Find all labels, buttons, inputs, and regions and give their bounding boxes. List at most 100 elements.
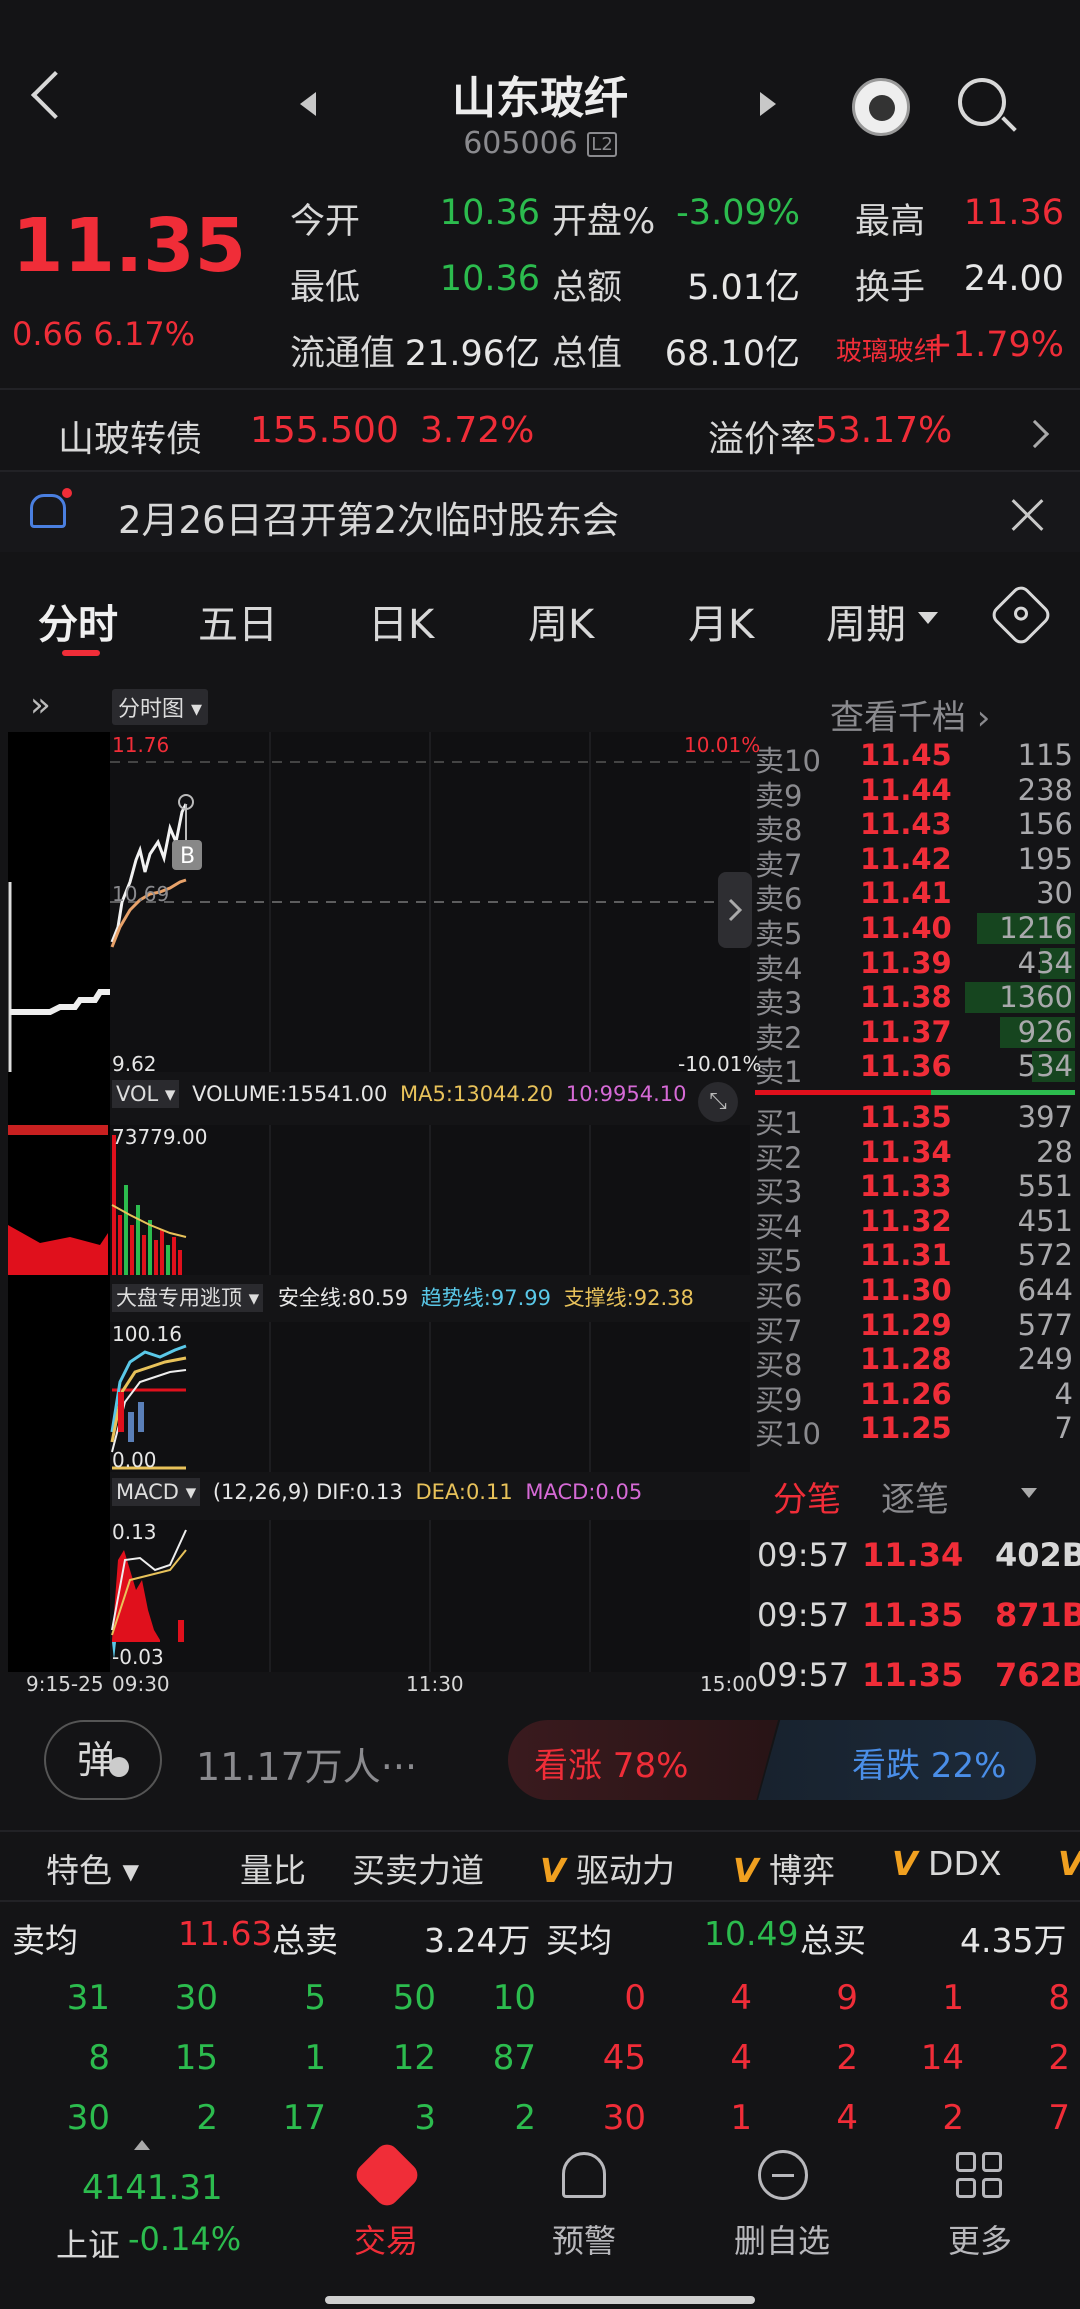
tab-period[interactable]: 周期 (826, 592, 906, 650)
ask-row[interactable]: 卖9 11.44 238 (755, 772, 1075, 813)
feature-ddx[interactable]: V DDX (892, 1844, 1001, 1883)
bid-row[interactable]: 买5 11.31 572 (755, 1238, 1075, 1278)
expand-icon[interactable]: » (30, 685, 51, 725)
tab-weekly-k[interactable]: 周K (528, 592, 594, 650)
remove-watchlist-icon[interactable] (758, 2150, 808, 2200)
zoom-icon[interactable]: ⤡ (698, 1082, 738, 1122)
time-label-pre: 9:15-25 (26, 1672, 104, 1696)
dropdown-icon[interactable] (1021, 1488, 1037, 1498)
indicator-axis-bottom: 0.00 (112, 1448, 157, 1472)
sell-level-count: 10 (492, 1978, 536, 2018)
notice-text: 2月26日召开第2次临时股东会 (118, 499, 620, 542)
bell-icon[interactable] (562, 2152, 606, 2198)
index-value[interactable]: 4141.31 (82, 2168, 223, 2208)
prev-stock-icon[interactable] (300, 92, 316, 116)
bid-row[interactable]: 买1 11.35 397 (755, 1100, 1075, 1140)
vol-select[interactable]: VOL ▾ (112, 1080, 180, 1108)
ask-row[interactable]: 卖7 11.42 195 (755, 841, 1075, 882)
feature-driving-force[interactable]: V 驱动力 (540, 1844, 675, 1892)
level-price: 11.41 (860, 876, 952, 911)
bid-row[interactable]: 买7 11.29 577 (755, 1307, 1075, 1348)
buy-level-count: 4 (730, 2038, 752, 2078)
bid-row[interactable]: 买10 11.25 7 (755, 1411, 1075, 1451)
nav-alert[interactable]: 预警 (552, 2216, 616, 2262)
back-icon[interactable] (30, 70, 80, 120)
mascot-icon[interactable] (852, 78, 910, 136)
level-price: 11.44 (860, 772, 952, 807)
features-row: 特色 ▾ 量比 买卖力道 V 驱动力 V 博弈 V DDX V (0, 1838, 1080, 1898)
ask-row[interactable]: 卖10 11.45 115 (755, 738, 1075, 778)
feature-game[interactable]: V 博弈 (733, 1844, 835, 1892)
sell-avg: 11.63 (178, 1914, 273, 1953)
bond-name: 山玻转债 (58, 419, 203, 460)
features-menu[interactable]: 特色 ▾ (46, 1844, 139, 1892)
trade-icon[interactable] (351, 2139, 423, 2211)
tab-five-day[interactable]: 五日 (198, 592, 278, 650)
tab-monthly-k[interactable]: 月K (688, 592, 754, 650)
index-name: 上证 (56, 2226, 121, 2264)
feature-buy-sell-force[interactable]: 买卖力道 (352, 1844, 484, 1892)
indicator-select-label: 大盘专用逃顶 (116, 1286, 242, 1310)
close-icon[interactable] (1008, 494, 1048, 534)
home-indicator (325, 2296, 755, 2304)
buy-level-count: 0 (624, 1978, 646, 2018)
grid-icon[interactable] (956, 2152, 1004, 2200)
order-stats-header: 卖均 11.63 总卖 3.24万 买均 10.49 总买 4.35万 (0, 1908, 1080, 1968)
buy-marker-label: B (180, 844, 195, 869)
level-price: 11.42 (860, 841, 952, 876)
danmu-toggle[interactable]: 弹 (44, 1720, 162, 1800)
ask-row[interactable]: 卖3 11.38 1360 (755, 980, 1075, 1020)
quote-value: -3.09% (676, 193, 800, 233)
ask-row[interactable]: 卖1 11.36 534 (755, 1049, 1075, 1089)
ask-row[interactable]: 卖4 11.39 434 (755, 946, 1075, 986)
bid-row[interactable]: 买6 11.30 644 (755, 1273, 1075, 1313)
index-expand-icon[interactable] (134, 2140, 150, 2150)
bid-row[interactable]: 买9 11.26 4 (755, 1377, 1075, 1417)
tab-intraday[interactable]: 分时 (38, 592, 118, 650)
level-label: 卖1 (755, 1055, 803, 1090)
macd-select[interactable]: MACD ▾ (112, 1478, 201, 1506)
level-price: 11.32 (860, 1203, 952, 1238)
ask-row[interactable]: 卖6 11.41 30 (755, 876, 1075, 916)
sell-total: 3.24万 (424, 1921, 531, 1960)
ask-row[interactable]: 卖5 11.40 1216 (755, 911, 1075, 951)
next-stock-icon[interactable] (760, 92, 776, 116)
sell-level-count: 30 (174, 1978, 218, 2018)
nav-remove-watchlist[interactable]: 删自选 (734, 2216, 830, 2262)
sell-total-label: 总卖 (272, 1921, 338, 1960)
search-icon[interactable] (958, 78, 1017, 132)
bearish-vote[interactable]: 看跌 22% (758, 1720, 1036, 1800)
nav-more[interactable]: 更多 (948, 2216, 1012, 2262)
quote-value: 24.00 (963, 259, 1064, 299)
bullish-label: 看涨 78% (534, 1746, 689, 1786)
ask-row[interactable]: 卖2 11.37 926 (755, 1015, 1075, 1055)
dea-value: DEA:0.11 (415, 1480, 513, 1504)
settings-hexagon-icon[interactable] (988, 582, 1054, 648)
bullish-vote[interactable]: 看涨 78% (508, 1720, 778, 1800)
bid-row[interactable]: 买3 11.33 551 (755, 1169, 1075, 1209)
notice-bar[interactable]: 2月26日召开第2次临时股东会 (0, 472, 1080, 552)
quote-label: 总值 (552, 334, 623, 374)
bid-row[interactable]: 买4 11.32 451 (755, 1203, 1075, 1244)
trade-volume: 871B (995, 1596, 1080, 1634)
nav-trade[interactable]: 交易 (354, 2216, 418, 2262)
view-depth-link[interactable]: 查看千档 › (830, 690, 990, 739)
quote-label: 今开 (290, 202, 361, 242)
bid-row[interactable]: 买8 11.28 249 (755, 1342, 1075, 1382)
ask-row[interactable]: 卖8 11.43 156 (755, 807, 1075, 847)
indicator-select[interactable]: 大盘专用逃顶 ▾ (112, 1284, 264, 1312)
sell-level-count: 50 (392, 1978, 436, 2018)
tab-ticks[interactable]: 分笔 (773, 1472, 841, 1521)
level-volume: 577 (1017, 1307, 1073, 1342)
bottom-nav: 4141.31 上证 -0.14% 交易 预警 删自选 更多 (0, 2130, 1080, 2309)
tab-trade-by-trade[interactable]: 逐笔 (881, 1472, 949, 1521)
bid-row[interactable]: 买2 11.34 28 (755, 1135, 1075, 1175)
level-volume: 195 (1017, 841, 1073, 876)
feature-volume-ratio[interactable]: 量比 (240, 1844, 306, 1892)
collapse-handle[interactable] (718, 872, 752, 948)
convertible-bond-row[interactable]: 山玻转债 155.500 3.72% 溢价率 53.17% (0, 392, 1080, 472)
chart-mode-select[interactable]: 分时图 ▾ (112, 689, 209, 725)
buy-level-count: 14 (920, 2038, 964, 2078)
tab-daily-k[interactable]: 日K (368, 592, 434, 650)
vip-icon: V (540, 1851, 566, 1890)
